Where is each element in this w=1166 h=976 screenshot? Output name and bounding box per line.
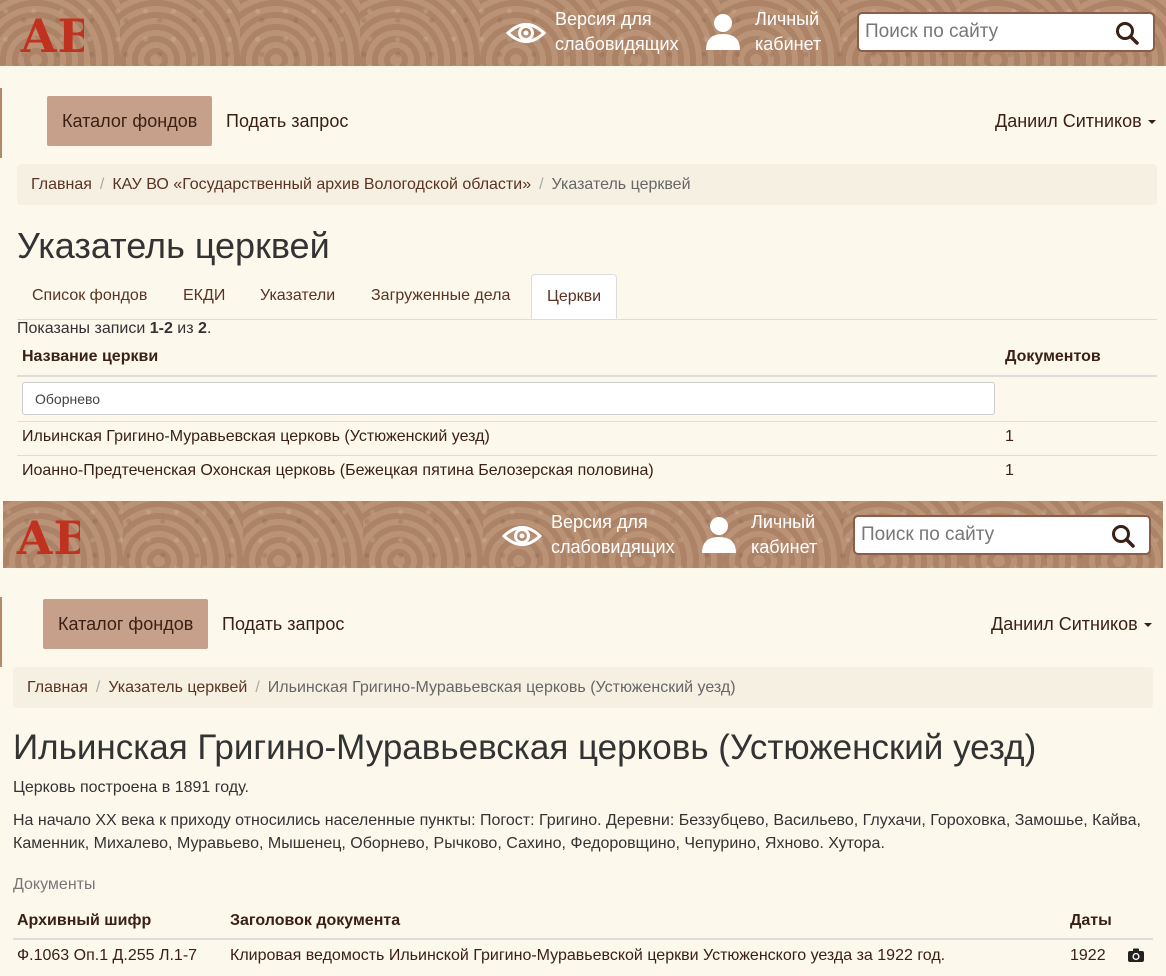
document-count: 1: [1005, 428, 1014, 445]
document-count: 1: [1005, 462, 1014, 479]
user-name: Даниил Ситников: [995, 111, 1142, 131]
caret-down-icon: [1143, 623, 1152, 628]
column-header-documents[interactable]: Документов: [1005, 348, 1101, 366]
site-search: [853, 515, 1151, 555]
breadcrumb-church-index[interactable]: Указатель церквей: [108, 679, 247, 696]
breadcrumb-separator: /: [539, 176, 544, 193]
archive-logo-icon[interactable]: АВ: [18, 6, 84, 60]
breadcrumb-current: Ильинская Григино-Муравьевская церковь (…: [267, 679, 736, 696]
low-vision-link[interactable]: Версия для слабовидящих: [555, 7, 695, 57]
archive-logo-icon[interactable]: АВ: [14, 508, 80, 562]
table-divider: [17, 375, 1157, 377]
nav-request-link[interactable]: Подать запрос: [226, 96, 348, 146]
church-name-filter-input[interactable]: [22, 382, 995, 415]
tab-ekdi[interactable]: ЕКДИ: [168, 274, 240, 318]
site-header: АВ Версия для слабовидящих Личный кабине…: [0, 0, 1166, 66]
user-name: Даниил Ситников: [991, 614, 1138, 634]
tab-churches[interactable]: Церкви: [531, 274, 618, 319]
column-header-archive-code[interactable]: Архивный шифр: [17, 912, 151, 930]
tab-indexes[interactable]: Указатели: [245, 274, 350, 318]
church-name-link[interactable]: Ильинская Григино-Муравьевская церковь (…: [22, 428, 490, 446]
search-input[interactable]: [855, 517, 1111, 553]
personal-cabinet-link[interactable]: Личный кабинет: [751, 510, 841, 560]
breadcrumb-home[interactable]: Главная: [31, 176, 92, 193]
nav-catalog-button[interactable]: Каталог фондов: [47, 96, 213, 146]
church-index-page: АВ Версия для слабовидящих Личный кабине…: [0, 0, 1166, 501]
church-name-link[interactable]: Иоанно-Предтеченская Охонская церковь (Б…: [22, 462, 654, 480]
summary-of: из: [177, 320, 194, 337]
page-title: Указатель церквей: [17, 225, 330, 266]
table-divider: [17, 421, 1157, 422]
breadcrumb-archive[interactable]: КАУ ВО «Государственный архив Вологодско…: [112, 176, 531, 193]
breadcrumb-separator: /: [99, 176, 105, 193]
breadcrumb-separator: /: [95, 679, 101, 696]
user-menu[interactable]: Даниил Ситников: [991, 599, 1152, 649]
search-icon[interactable]: [1111, 524, 1135, 548]
parish-description: На начало XX века к приходу относились н…: [13, 812, 1141, 852]
archive-code-link[interactable]: Ф.1063 Оп.1 Д.255 Л.1-7: [17, 947, 197, 965]
page-title: Ильинская Григино-Муравьевская церковь (…: [13, 728, 1037, 767]
breadcrumb-separator: /: [255, 679, 260, 696]
table-divider: [13, 938, 1153, 940]
tab-uploaded-cases[interactable]: Загруженные дела: [356, 274, 525, 318]
low-vision-link[interactable]: Версия для слабовидящих: [551, 510, 691, 560]
church-detail-page: АВ Версия для слабовидящих Личный кабине…: [0, 501, 1166, 976]
side-rule: [0, 597, 2, 667]
tab-fund-list[interactable]: Список фондов: [17, 274, 162, 318]
breadcrumb-current: Указатель церквей: [551, 176, 691, 193]
site-search: [857, 12, 1155, 52]
nav-catalog-button[interactable]: Каталог фондов: [43, 599, 209, 649]
documents-label: Документы: [13, 876, 96, 893]
caret-down-icon: [1147, 120, 1156, 125]
user-icon[interactable]: [700, 515, 738, 555]
svg-text:АВ: АВ: [20, 9, 84, 60]
records-summary: Показаны записи 1-2 из 2.: [17, 320, 212, 337]
breadcrumb-home[interactable]: Главная: [27, 679, 88, 696]
user-icon[interactable]: [704, 12, 742, 52]
column-header-church-name[interactable]: Название церкви: [22, 348, 158, 366]
eye-icon[interactable]: [502, 521, 542, 551]
personal-cabinet-link[interactable]: Личный кабинет: [755, 7, 845, 57]
breadcrumb: Главная / КАУ ВО «Государственный архив Во…: [17, 164, 1157, 205]
summary-prefix: Показаны записи: [17, 320, 146, 337]
eye-icon[interactable]: [506, 18, 546, 48]
summary-range: 1-2: [149, 320, 173, 337]
site-header: АВ Версия для слабовидящих Личный кабине…: [3, 501, 1163, 568]
nav-request-link[interactable]: Подать запрос: [222, 599, 344, 649]
summary-total: 2: [198, 320, 207, 337]
tab-bar: Список фондов ЕКДИ Указатели Загруженные…: [17, 274, 1157, 320]
user-menu[interactable]: Даниил Ситников: [995, 96, 1156, 146]
column-header-document-title[interactable]: Заголовок документа: [230, 912, 400, 930]
side-rule: [0, 88, 2, 158]
search-icon[interactable]: [1115, 21, 1139, 45]
column-header-dates[interactable]: Даты: [1070, 912, 1112, 930]
table-divider: [17, 455, 1157, 456]
church-built-text: Церковь построена в 1891 году.: [13, 779, 249, 796]
document-title-link[interactable]: Клировая ведомость Ильинской Григино-Мур…: [230, 947, 945, 965]
camera-icon[interactable]: [1127, 947, 1145, 963]
svg-text:АВ: АВ: [16, 511, 80, 562]
search-input[interactable]: [859, 14, 1115, 50]
document-date: 1922: [1070, 947, 1106, 964]
breadcrumb: Главная / Указатель церквей / Ильинская Григ…: [13, 667, 1153, 708]
